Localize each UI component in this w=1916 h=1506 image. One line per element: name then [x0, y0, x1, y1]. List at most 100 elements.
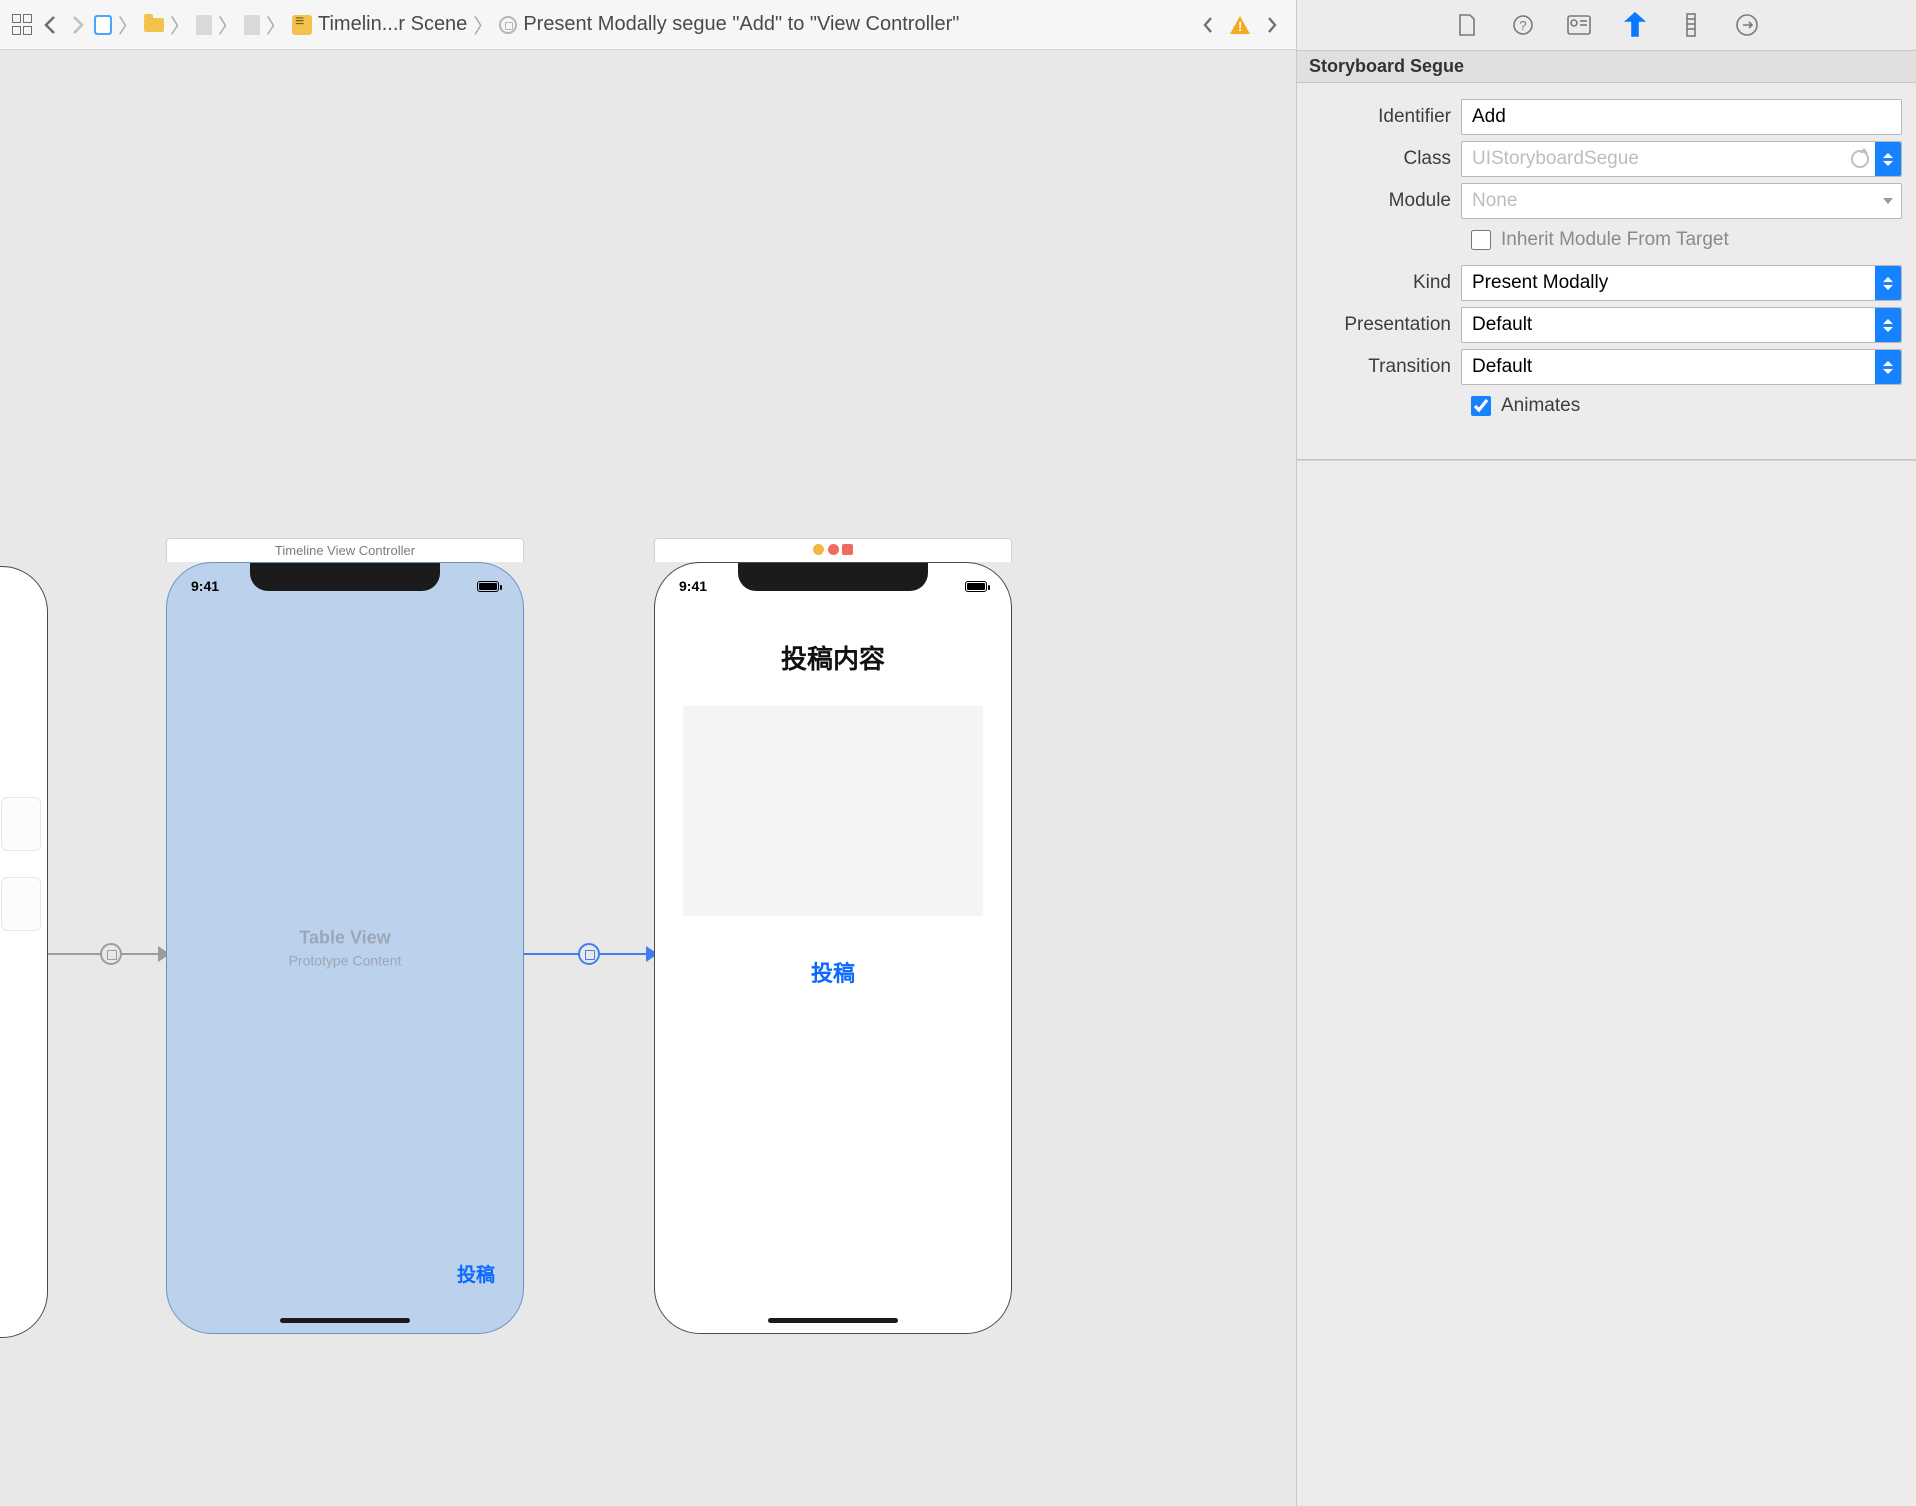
- iphone-notch: [250, 563, 440, 591]
- svg-text:?: ?: [1519, 18, 1526, 33]
- transition-row: Transition Default: [1311, 349, 1902, 385]
- warning-icon[interactable]: [1230, 16, 1250, 34]
- inspector-panel: ? Storyboard Segue Identifier Class U: [1296, 0, 1916, 1506]
- chevron-down-icon: [1883, 198, 1893, 204]
- scene-title-label: Timeline View Controller: [275, 543, 415, 558]
- kind-dropdown[interactable]: Present Modally: [1461, 265, 1902, 301]
- battery-icon: [965, 581, 987, 592]
- breadcrumb-scene-label: Timelin...r Scene: [318, 13, 467, 36]
- presentation-row: Presentation Default: [1311, 307, 1902, 343]
- breadcrumb-sep: 〉: [216, 10, 240, 39]
- inspector-body: Identifier Class UIStoryboardSegue Modul…: [1297, 83, 1916, 431]
- size-inspector-tab[interactable]: [1679, 13, 1703, 37]
- storyboard-icon: [292, 15, 312, 35]
- class-dropdown[interactable]: UIStoryboardSegue: [1461, 141, 1902, 177]
- post-heading-label: 投稿内容: [655, 639, 1011, 676]
- animates-checkbox[interactable]: [1471, 396, 1491, 416]
- tab-bar-post-item[interactable]: 投稿: [457, 1260, 495, 1287]
- related-items-icon[interactable]: [12, 14, 34, 36]
- battery-icon: [477, 581, 499, 592]
- file-inspector-tab[interactable]: [1455, 13, 1479, 37]
- issue-next-button[interactable]: [1260, 13, 1284, 37]
- module-label: Module: [1311, 190, 1461, 212]
- breadcrumb-sep: 〉: [116, 10, 140, 39]
- chevron-updown-icon: [1875, 142, 1901, 176]
- class-placeholder: UIStoryboardSegue: [1472, 148, 1639, 170]
- issue-prev-button[interactable]: [1196, 13, 1220, 37]
- dot-exit-icon: [842, 544, 853, 555]
- class-jump-icon[interactable]: [1851, 150, 1869, 168]
- segue-node-icon: [578, 943, 600, 965]
- dot-yellow-icon: [813, 544, 824, 555]
- chevron-updown-icon: [1875, 350, 1901, 384]
- phone-frame-timeline[interactable]: 9:41 Table View Prototype Content 投稿: [166, 562, 524, 1334]
- identifier-field[interactable]: [1461, 99, 1902, 135]
- connections-inspector-tab[interactable]: [1735, 13, 1759, 37]
- post-submit-button[interactable]: 投稿: [655, 956, 1011, 988]
- breadcrumb-file2[interactable]: [244, 15, 260, 35]
- inherit-module-checkbox-row: Inherit Module From Target: [1471, 229, 1902, 251]
- breadcrumb-folder[interactable]: [144, 18, 164, 32]
- module-dropdown[interactable]: None: [1461, 183, 1902, 219]
- file-icon: [196, 15, 212, 35]
- segue-arrow-left[interactable]: [48, 953, 166, 955]
- presentation-dropdown[interactable]: Default: [1461, 307, 1902, 343]
- storyboard-canvas[interactable]: Timeline View Controller 9:41 Table View…: [0, 50, 1296, 1506]
- help-inspector-tab[interactable]: ?: [1511, 13, 1535, 37]
- breadcrumb-sep: 〉: [168, 10, 192, 39]
- chevron-updown-icon: [1875, 308, 1901, 342]
- identifier-label: Identifier: [1311, 106, 1461, 128]
- status-time: 9:41: [191, 578, 219, 594]
- jump-bar: 〉 〉 〉 〉 Timelin...r Scene 〉 Present Moda…: [0, 0, 1296, 50]
- presentation-value: Default: [1472, 314, 1532, 336]
- home-indicator: [768, 1318, 898, 1323]
- attributes-inspector-tab[interactable]: [1623, 13, 1647, 37]
- scene-offscreen-left[interactable]: [0, 566, 48, 1338]
- scene-control-dots: [813, 543, 853, 558]
- transition-label: Transition: [1311, 356, 1461, 378]
- jump-back-button[interactable]: [38, 13, 62, 37]
- class-label: Class: [1311, 148, 1461, 170]
- breadcrumb-segue[interactable]: Present Modally segue "Add" to "View Con…: [499, 13, 959, 36]
- scene-title-bar[interactable]: Timeline View Controller: [166, 538, 524, 562]
- kind-label: Kind: [1311, 272, 1461, 294]
- transition-dropdown[interactable]: Default: [1461, 349, 1902, 385]
- iphone-notch: [738, 563, 928, 591]
- file-icon: [244, 15, 260, 35]
- home-indicator: [280, 1318, 410, 1323]
- presentation-label: Presentation: [1311, 314, 1461, 336]
- segue-node-icon: [100, 943, 122, 965]
- status-time: 9:41: [679, 578, 707, 594]
- project-icon: [94, 15, 112, 35]
- breadcrumb-project[interactable]: [94, 15, 112, 35]
- class-row: Class UIStoryboardSegue: [1311, 141, 1902, 177]
- jump-bar-right: [1196, 13, 1284, 37]
- breadcrumb-sep: 〉: [264, 10, 288, 39]
- identity-inspector-tab[interactable]: [1567, 13, 1591, 37]
- phone-frame-post[interactable]: 9:41 投稿内容 投稿: [654, 562, 1012, 1334]
- inherit-module-checkbox[interactable]: [1471, 230, 1491, 250]
- kind-row: Kind Present Modally: [1311, 265, 1902, 301]
- post-textarea[interactable]: [683, 706, 983, 916]
- scene-timeline[interactable]: Timeline View Controller 9:41 Table View…: [166, 538, 524, 1334]
- transition-value: Default: [1472, 356, 1532, 378]
- chevron-updown-icon: [1875, 266, 1901, 300]
- module-row: Module None: [1311, 183, 1902, 219]
- breadcrumb-file1[interactable]: [196, 15, 212, 35]
- inherit-module-label: Inherit Module From Target: [1501, 229, 1729, 251]
- prototype-content-label: Prototype Content: [167, 953, 523, 969]
- kind-value: Present Modally: [1472, 272, 1608, 294]
- breadcrumb-segue-label: Present Modally segue "Add" to "View Con…: [523, 13, 959, 36]
- table-view-placeholder: Table View Prototype Content: [167, 928, 523, 969]
- segue-arrow-add[interactable]: [524, 953, 654, 955]
- breadcrumb-sep: 〉: [471, 10, 495, 39]
- folder-icon: [144, 18, 164, 32]
- animates-label: Animates: [1501, 395, 1580, 417]
- dot-red-icon: [828, 544, 839, 555]
- scene-title-bar[interactable]: [654, 538, 1012, 562]
- scene-post[interactable]: 9:41 投稿内容 投稿: [654, 538, 1012, 1334]
- inspector-section-header: Storyboard Segue: [1297, 50, 1916, 83]
- identifier-row: Identifier: [1311, 99, 1902, 135]
- breadcrumb-scene[interactable]: Timelin...r Scene: [292, 13, 467, 36]
- module-placeholder: None: [1472, 190, 1517, 212]
